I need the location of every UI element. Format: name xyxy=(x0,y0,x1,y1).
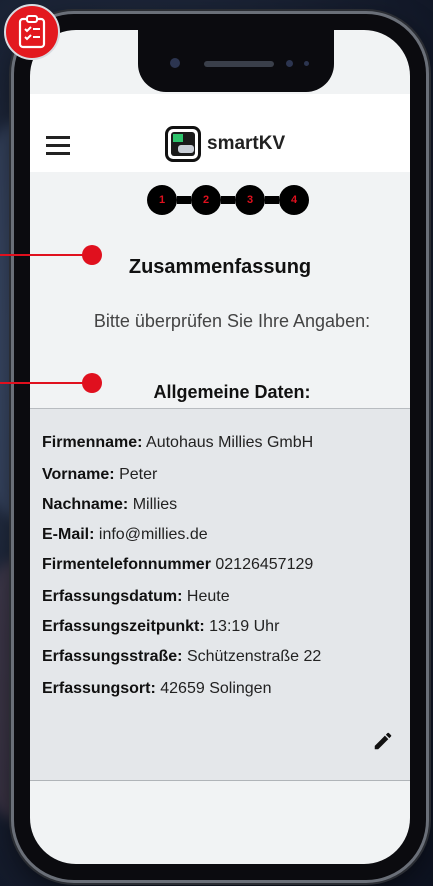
app-name: smartKV xyxy=(207,133,286,154)
step-connector xyxy=(177,196,191,204)
checklist-badge xyxy=(4,4,60,60)
field-value: Peter xyxy=(119,466,158,483)
field-value: 13:19 Uhr xyxy=(209,618,280,635)
callout-dot xyxy=(82,373,102,393)
field-firmenname: Firmenname: Autohaus Millies GmbH xyxy=(42,434,313,452)
step-2[interactable]: 2 xyxy=(191,185,221,215)
step-indicator: 1 2 3 4 xyxy=(147,184,309,216)
field-erfassungszeitpunkt: Erfassungszeitpunkt: 13:19 Uhr xyxy=(42,618,279,636)
field-label: E-Mail: xyxy=(42,526,95,543)
callout-dot xyxy=(82,245,102,265)
field-telefon: Firmentelefonnummer 02126457129 xyxy=(42,556,410,574)
step-connector xyxy=(221,196,235,204)
divider xyxy=(30,780,410,781)
sensor-icon xyxy=(304,61,309,66)
field-value: 42659 Solingen xyxy=(160,680,272,697)
callout-line xyxy=(0,254,92,256)
field-label: Firmentelefonnummer xyxy=(42,556,211,573)
field-nachname: Nachname: Millies xyxy=(42,496,177,514)
sensor-icon xyxy=(286,60,293,67)
field-erfassungsort: Erfassungsort: 42659 Solingen xyxy=(42,680,271,698)
field-label: Erfassungsdatum: xyxy=(42,588,183,605)
field-label: Nachname: xyxy=(42,496,129,513)
field-label: Erfassungszeitpunkt: xyxy=(42,618,205,635)
field-label: Erfassungsort: xyxy=(42,680,156,697)
step-3[interactable]: 3 xyxy=(235,185,265,215)
phone-frame: smartKV 1 2 3 4 Zusammenfassung Bitte üb… xyxy=(14,14,426,880)
field-value: 02126457129 xyxy=(215,556,314,573)
field-label: Vorname: xyxy=(42,466,115,483)
callout-line xyxy=(0,382,92,384)
checklist-icon xyxy=(18,15,46,49)
field-value: Schützenstraße 22 xyxy=(186,648,322,665)
step-connector xyxy=(265,196,279,204)
field-value: Millies xyxy=(132,496,178,513)
field-label: Firmenname: xyxy=(42,434,143,451)
field-email: E-Mail: info@millies.de xyxy=(42,526,208,544)
phone-screen: smartKV 1 2 3 4 Zusammenfassung Bitte üb… xyxy=(30,30,410,864)
field-vorname: Vorname: Peter xyxy=(42,466,157,484)
phone-notch xyxy=(138,30,334,92)
field-value: info@millies.de xyxy=(98,526,208,543)
field-value: Autohaus Millies GmbH xyxy=(146,434,314,451)
field-erfassungsdatum: Erfassungsdatum: Heute xyxy=(42,588,230,606)
field-label: Erfassungsstraße: xyxy=(42,648,183,665)
step-1[interactable]: 1 xyxy=(147,185,177,215)
app-header: smartKV xyxy=(30,94,410,172)
smartkv-logo-icon xyxy=(165,126,201,162)
pencil-icon[interactable] xyxy=(372,730,394,752)
field-value: Heute xyxy=(186,588,230,605)
camera-icon xyxy=(170,58,180,68)
speaker-grille xyxy=(204,61,274,67)
hamburger-menu-icon[interactable] xyxy=(46,136,70,156)
step-4[interactable]: 4 xyxy=(279,185,309,215)
field-erfassungsstrasse: Erfassungsstraße: Schützenstraße 22 xyxy=(42,648,410,666)
brand: smartKV xyxy=(165,124,285,164)
page-subtitle: Bitte überprüfen Sie Ihre Angaben: xyxy=(93,311,371,331)
